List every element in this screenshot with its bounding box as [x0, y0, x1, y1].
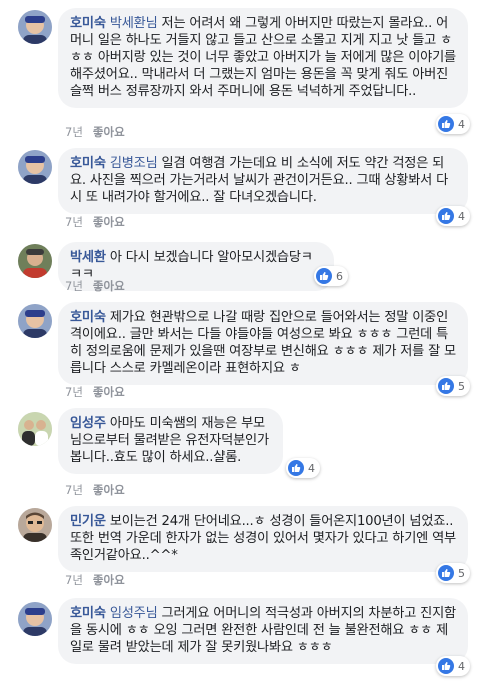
reaction-count[interactable]: 4 [436, 206, 470, 226]
comment-author[interactable]: 박세환 [70, 250, 106, 265]
thumbs-up-icon [438, 658, 454, 674]
comment-meta: 7년 좋아요 [65, 384, 125, 400]
comment-bubble: 호미숙 박세환님 저는 어려서 왜 그렇게 아버지만 따랐는지 몰라요.. 어머니… [58, 8, 468, 108]
reaction-number: 4 [458, 659, 465, 673]
like-button[interactable]: 좋아요 [93, 215, 125, 229]
timestamp[interactable]: 7년 [65, 215, 83, 229]
avatar[interactable] [18, 412, 52, 446]
comment-bubble: 민기운 보이는건 24개 단어네요...ㅎ 성경이 들어온지100년이 넘었죠..… [58, 506, 468, 572]
like-button[interactable]: 좋아요 [93, 483, 125, 497]
comment-author[interactable]: 호미숙 [70, 16, 106, 31]
thumbs-up-icon [438, 208, 454, 224]
reaction-number: 4 [308, 461, 315, 475]
comment-author[interactable]: 호미숙 [70, 606, 106, 621]
comment-meta: 7년 좋아요 [65, 278, 125, 294]
avatar[interactable] [18, 150, 52, 184]
avatar[interactable] [18, 602, 52, 636]
comment-body: 호미숙 제가요 현관밖으로 나갈 때랑 집안으로 들어와서는 정말 이중인격이에요… [70, 309, 456, 377]
like-button[interactable]: 좋아요 [93, 573, 125, 587]
reaction-count[interactable]: 5 [436, 563, 470, 583]
comment-body: 임성주 아마도 미숙쌤의 재능은 부모님으로부터 물려받은 유전자덕분인가 봅니다… [70, 415, 271, 466]
thumbs-up-icon [438, 116, 454, 132]
reaction-count[interactable]: 5 [436, 376, 470, 396]
reaction-number: 6 [336, 269, 343, 283]
timestamp[interactable]: 7년 [65, 573, 83, 587]
reaction-count[interactable]: 6 [314, 266, 348, 286]
comment-thread: 호미숙 박세환님 저는 어려서 왜 그렇게 아버지만 따랐는지 몰라요.. 어머니… [0, 0, 504, 697]
reaction-number: 5 [458, 566, 465, 580]
timestamp[interactable]: 7년 [65, 483, 83, 497]
avatar[interactable] [18, 10, 52, 44]
like-button[interactable]: 좋아요 [93, 279, 125, 293]
reaction-count[interactable]: 4 [286, 458, 320, 478]
comment-body: 호미숙 김병조님 일겸 여행겸 가는데요 비 소식에 저도 약간 걱정은 되요. … [70, 155, 456, 206]
thumbs-up-icon [438, 565, 454, 581]
comment-body: 호미숙 임성주님 그러게요 어머니의 적극성과 아버지의 차분하고 진지함을 동시… [70, 605, 456, 656]
reaction-number: 4 [458, 117, 465, 131]
reaction-number: 5 [458, 379, 465, 393]
reaction-count[interactable]: 4 [436, 656, 470, 676]
comment-bubble: 호미숙 임성주님 그러게요 어머니의 적극성과 아버지의 차분하고 진지함을 동시… [58, 598, 468, 664]
mention-tag[interactable]: 박세환님 [110, 16, 158, 31]
like-button[interactable]: 좋아요 [93, 125, 125, 139]
timestamp[interactable]: 7년 [65, 125, 83, 139]
like-button[interactable]: 좋아요 [93, 385, 125, 399]
reaction-number: 4 [458, 209, 465, 223]
comment-text: 제가요 현관밖으로 나갈 때랑 집안으로 들어와서는 정말 이중인격이에요.. … [70, 310, 456, 376]
comment-author[interactable]: 민기운 [70, 514, 106, 529]
comment-bubble: 호미숙 김병조님 일겸 여행겸 가는데요 비 소식에 저도 약간 걱정은 되요. … [58, 148, 468, 214]
comment-author[interactable]: 호미숙 [70, 156, 106, 171]
comment-meta: 7년 좋아요 [65, 214, 125, 230]
reaction-count[interactable]: 4 [436, 114, 470, 134]
comment-bubble: 임성주 아마도 미숙쌤의 재능은 부모님으로부터 물려받은 유전자덕분인가 봅니다… [58, 408, 283, 474]
avatar[interactable] [18, 304, 52, 338]
comment-author[interactable]: 호미숙 [70, 310, 106, 325]
comment-body: 호미숙 박세환님 저는 어려서 왜 그렇게 아버지만 따랐는지 몰라요.. 어머니… [70, 15, 456, 100]
mention-tag[interactable]: 김병조님 [110, 156, 158, 171]
comment-body: 민기운 보이는건 24개 단어네요...ㅎ 성경이 들어온지100년이 넘었죠..… [70, 513, 456, 564]
timestamp[interactable]: 7년 [65, 385, 83, 399]
avatar[interactable] [18, 508, 52, 542]
comment-text: 보이는건 24개 단어네요...ㅎ 성경이 들어온지100년이 넘었죠..또한 … [70, 514, 456, 563]
comment-meta: 7년 좋아요 [65, 572, 125, 588]
thumbs-up-icon [316, 268, 332, 284]
comment-meta: 7년 좋아요 [65, 124, 125, 140]
thumbs-up-icon [288, 460, 304, 476]
avatar[interactable] [18, 244, 52, 278]
timestamp[interactable]: 7년 [65, 279, 83, 293]
comment-bubble: 호미숙 제가요 현관밖으로 나갈 때랑 집안으로 들어와서는 정말 이중인격이에요… [58, 302, 468, 385]
comment-meta: 7년 좋아요 [65, 482, 125, 498]
thumbs-up-icon [438, 378, 454, 394]
mention-tag[interactable]: 임성주님 [110, 606, 158, 621]
comment-author[interactable]: 임성주 [70, 416, 106, 431]
